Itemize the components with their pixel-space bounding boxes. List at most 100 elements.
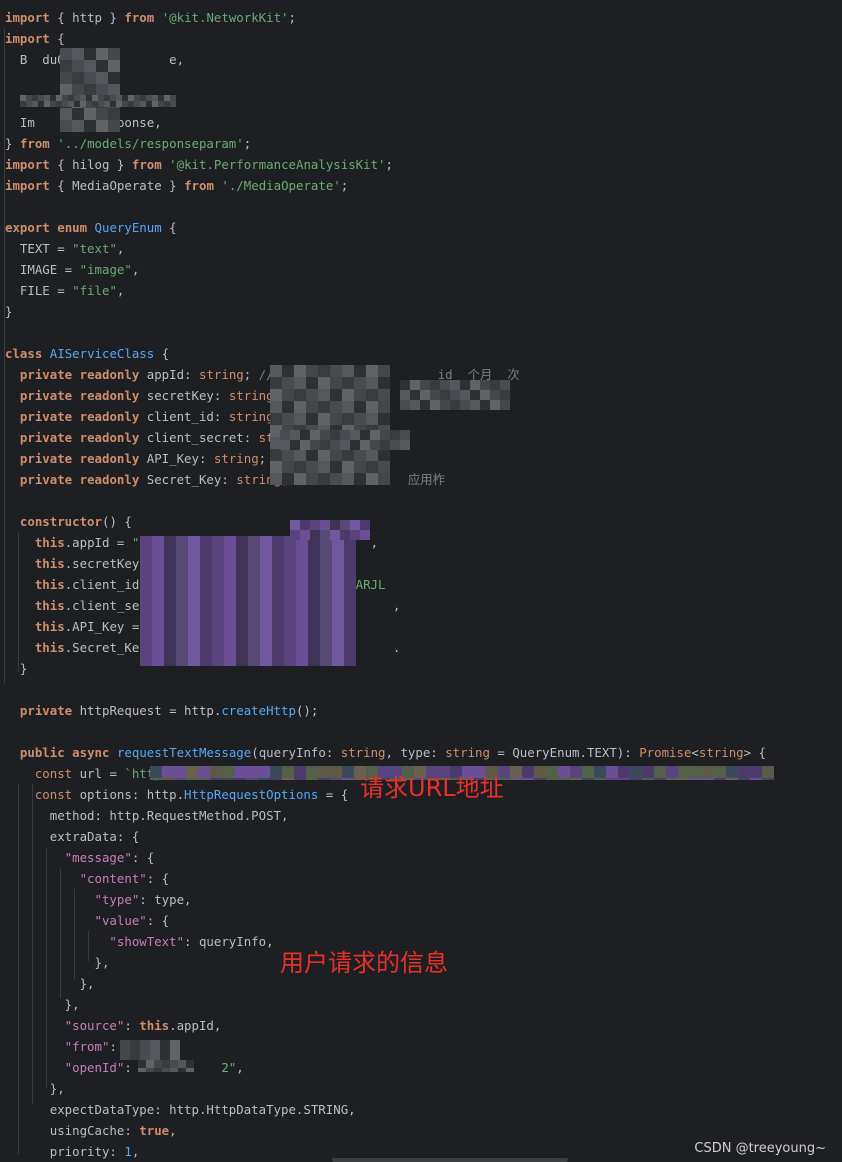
code-token: private — [5, 409, 73, 424]
code-token: from — [184, 178, 214, 193]
code-token: ; — [243, 136, 252, 151]
redaction-block — [140, 536, 365, 666]
code-token: Im — [5, 115, 35, 130]
code-token: ; — [243, 367, 259, 382]
code-token: ( — [251, 745, 259, 760]
code-token: }, — [5, 997, 80, 1012]
code-line: } from '../models/responseparam'; — [0, 133, 842, 154]
code-token: Promise — [639, 745, 692, 760]
code-token: constructor — [5, 514, 102, 529]
code-token: const — [5, 766, 73, 781]
code-token: MediaOperate — [72, 178, 162, 193]
code-token: '@kit.NetworkKit' — [161, 10, 289, 25]
code-token: client_id: — [139, 409, 229, 424]
code-line: "type": type, — [0, 889, 842, 910]
body-annotation: 用户请求的信息 — [280, 949, 448, 977]
code-token: import — [5, 10, 50, 25]
code-token: this — [5, 556, 65, 571]
code-token: './MediaOperate' — [221, 178, 341, 193]
code-line: "content": { — [0, 868, 842, 889]
code-line: extraData: { — [0, 826, 842, 847]
code-token: private — [5, 430, 73, 445]
code-line: FILE = "file", — [0, 280, 842, 301]
code-token: readonly — [79, 472, 140, 487]
code-token: , — [116, 241, 125, 256]
code-token: queryInfo: — [258, 745, 341, 760]
code-token: private — [5, 367, 73, 382]
code-token: Secret_Key: — [139, 472, 237, 487]
code-token: hilog — [72, 157, 110, 172]
code-token: httpRequest = http. — [72, 703, 222, 718]
code-token: type: — [400, 745, 446, 760]
code-token: API_Key: — [139, 451, 214, 466]
code-editor[interactable]: import { http } from '@kit.NetworkKit'; i… — [0, 0, 842, 1162]
code-token: < — [691, 745, 699, 760]
code-token: : { — [146, 871, 170, 886]
code-line: public async requestTextMessage(queryInf… — [0, 742, 842, 763]
code-line: this.Secret_Key = " K . — [0, 637, 842, 658]
code-line: import { hilog } from '@kit.PerformanceA… — [0, 154, 842, 175]
code-token: priority: — [5, 1144, 125, 1159]
watermark: CSDN @treeyoung~ — [694, 1141, 826, 1156]
code-token: enum — [57, 220, 88, 235]
code-line: private readonly client_secret: strin — [0, 427, 842, 448]
code-token: this — [5, 598, 65, 613]
code-token: = { — [318, 787, 349, 802]
code-token: "content" — [5, 871, 147, 886]
horizontal-scrollbar[interactable] — [332, 1158, 568, 1162]
code-token: IMAGE = — [5, 262, 80, 277]
code-line: this.client_secret , — [0, 595, 842, 616]
code-token: "source" — [5, 1018, 125, 1033]
code-token: requestTextMessage — [116, 745, 252, 760]
code-line: "message": { — [0, 847, 842, 868]
code-token: true — [139, 1123, 170, 1138]
code-token: from — [19, 136, 50, 151]
code-token: { — [161, 220, 177, 235]
redaction-block — [138, 1060, 198, 1072]
code-token: AIServiceClass — [49, 346, 155, 361]
code-token: } — [109, 157, 132, 172]
code-token: { — [49, 178, 73, 193]
code-token: { — [49, 31, 65, 46]
code-token: }, — [5, 1081, 65, 1096]
code-token: ; — [385, 157, 393, 172]
code-token: string — [698, 745, 744, 760]
code-token: } — [5, 304, 13, 319]
code-token: '../models/responseparam' — [57, 136, 244, 151]
redaction-block — [20, 95, 180, 107]
code-token: client_secret: — [139, 430, 259, 445]
code-token: import — [5, 178, 50, 193]
code-token: (); — [295, 703, 319, 718]
code-line: this.appId = "3i KqHx , — [0, 532, 842, 553]
code-token: extraData: { — [5, 829, 140, 844]
url-annotation: 请求URL地址 — [360, 774, 504, 802]
code-token: , — [385, 745, 401, 760]
code-token: secretKey: — [139, 388, 229, 403]
code-token: "message" — [5, 850, 132, 865]
code-token: createHttp — [221, 703, 296, 718]
code-line: IMAGE = "image", — [0, 259, 842, 280]
code-line: export enum QueryEnum { — [0, 217, 842, 238]
code-token: http — [72, 10, 102, 25]
code-token: , — [131, 1144, 140, 1159]
code-token: import — [5, 31, 50, 46]
code-token: TEXT = — [5, 241, 73, 256]
code-line: this.client_id = "gV ARJL — [0, 574, 842, 595]
code-token: private — [5, 703, 73, 718]
code-token: readonly — [79, 451, 140, 466]
code-token: : { — [131, 850, 155, 865]
code-token: "openId" — [5, 1060, 125, 1075]
code-token: .appId, — [169, 1018, 222, 1033]
code-token: readonly — [79, 388, 140, 403]
code-token: .API_Key = — [64, 619, 147, 634]
code-line: private readonly API_Key: string; // — [0, 448, 842, 469]
code-token: this — [5, 640, 65, 655]
code-token: , — [116, 283, 125, 298]
code-token: ; — [288, 10, 296, 25]
code-token: ; — [340, 178, 349, 193]
